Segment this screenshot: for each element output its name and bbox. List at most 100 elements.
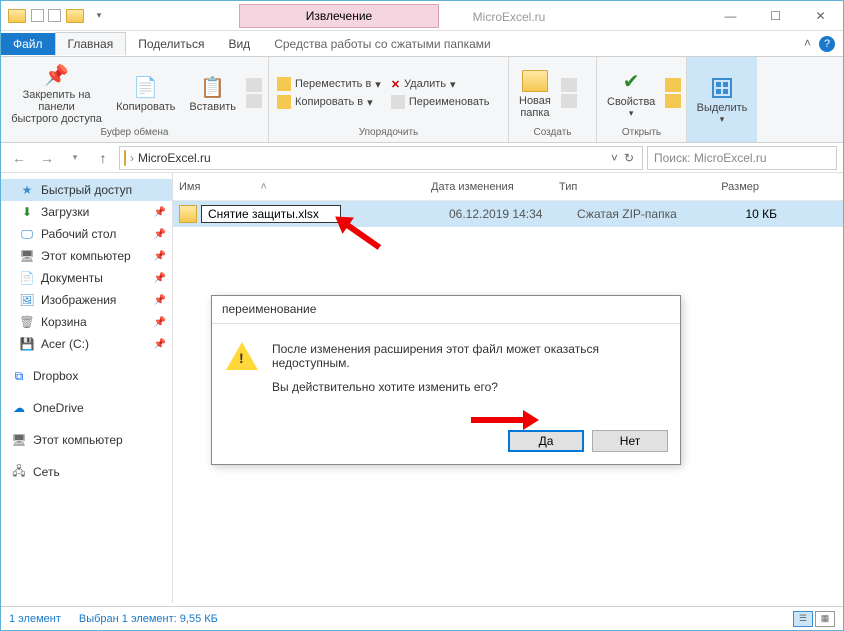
dialog-message-2: Вы действительно хотите изменить его?	[272, 380, 666, 394]
sidebar-quick-access[interactable]: ★Быстрый доступ	[1, 179, 172, 201]
back-button[interactable]: ←	[7, 146, 31, 170]
search-input[interactable]: Поиск: MicroExcel.ru	[647, 146, 837, 170]
history-icon[interactable]	[665, 94, 681, 108]
no-button[interactable]: Нет	[592, 430, 668, 452]
breadcrumb-item[interactable]: MicroExcel.ru	[138, 151, 211, 165]
folder-mini-icon	[124, 151, 126, 165]
sidebar-thispc[interactable]: 🖥Этот компьютер	[1, 429, 172, 451]
desktop-icon: 🖵	[19, 226, 35, 242]
dialog-message-1: После изменения расширения этот файл мож…	[272, 342, 666, 370]
column-size[interactable]: Размер	[699, 181, 779, 193]
recent-dropdown-icon[interactable]: ▾	[63, 146, 87, 170]
zip-file-icon	[179, 205, 197, 223]
sidebar-dropbox[interactable]: ⧉Dropbox	[1, 365, 172, 387]
select-icon	[708, 74, 736, 102]
pin-icon: 📌	[154, 273, 166, 284]
pin-icon: 📌	[154, 229, 166, 240]
new-item-icon[interactable]	[561, 78, 577, 92]
group-clipboard-label: Буфер обмена	[7, 127, 262, 140]
easy-access-icon[interactable]	[561, 94, 577, 108]
sidebar-pictures[interactable]: 🖼Изображения📌	[1, 289, 172, 311]
sidebar-desktop[interactable]: 🖵Рабочий стол📌	[1, 223, 172, 245]
pictures-icon: 🖼	[19, 292, 35, 308]
properties-button[interactable]: ✔ Свойства ▾	[603, 66, 659, 121]
paste-button[interactable]: 📋 Вставить	[185, 71, 240, 115]
minimize-button[interactable]: —	[708, 1, 753, 31]
open-icon[interactable]	[665, 78, 681, 92]
folder-open-icon[interactable]	[65, 6, 85, 26]
copy-icon: 📄	[132, 73, 160, 101]
refresh-icon[interactable]: ↻	[624, 151, 634, 165]
tab-share[interactable]: Поделиться	[126, 33, 216, 55]
network-icon: 🖧	[11, 464, 27, 480]
tab-home[interactable]: Главная	[55, 32, 127, 55]
new-folder-icon	[521, 67, 549, 95]
paste-shortcut-icon[interactable]	[246, 94, 262, 108]
copy-button[interactable]: 📄 Копировать	[112, 71, 179, 115]
up-button[interactable]: ↑	[91, 146, 115, 170]
file-size: 10 КБ	[717, 207, 797, 221]
titlebar: ▾ Извлечение MicroExcel.ru — ☐ ✕	[1, 1, 843, 31]
status-selection: Выбран 1 элемент: 9,55 КБ	[79, 613, 218, 625]
window-title: MicroExcel.ru	[439, 4, 579, 28]
onedrive-icon: ☁	[11, 400, 27, 416]
rename-input[interactable]: Снятие защиты.xlsx	[201, 205, 341, 223]
navigation-pane: ★Быстрый доступ ⬇Загрузки📌 🖵Рабочий стол…	[1, 173, 173, 603]
file-type: Сжатая ZIP-папка	[577, 207, 717, 221]
paste-icon: 📋	[199, 73, 227, 101]
column-headers: Имя˄ Дата изменения Тип Размер	[173, 173, 843, 201]
tab-file[interactable]: Файл	[1, 33, 55, 55]
quick-access-toolbar: ▾	[1, 6, 109, 26]
group-open-label: Открыть	[603, 127, 680, 140]
dropbox-icon: ⧉	[11, 368, 27, 384]
address-bar: ← → ▾ ↑ › MicroExcel.ru ˅ ↻ Поиск: Micro…	[1, 143, 843, 173]
qat-checkbox-icon[interactable]	[31, 9, 44, 22]
sidebar-onedrive[interactable]: ☁OneDrive	[1, 397, 172, 419]
qat-dropdown-icon[interactable]: ▾	[89, 6, 109, 26]
move-to-button[interactable]: Переместить в▾	[275, 76, 383, 92]
delete-button[interactable]: ✕Удалить▾	[389, 77, 492, 92]
copy-to-button[interactable]: Копировать в▾	[275, 94, 383, 110]
new-folder-button[interactable]: Новая папка	[515, 65, 555, 121]
select-button[interactable]: Выделить ▾	[693, 72, 752, 127]
help-icon[interactable]: ?	[819, 36, 835, 52]
breadcrumb[interactable]: › MicroExcel.ru ˅ ↻	[119, 146, 643, 170]
pc-icon: 🖥	[11, 432, 27, 448]
file-date: 06.12.2019 14:34	[449, 207, 577, 221]
icons-view-icon[interactable]: ▦	[815, 611, 835, 627]
sidebar-network[interactable]: 🖧Сеть	[1, 461, 172, 483]
tab-view[interactable]: Вид	[216, 33, 262, 55]
pin-icon: 📌	[154, 339, 166, 350]
properties-icon: ✔	[617, 68, 645, 96]
close-button[interactable]: ✕	[798, 1, 843, 31]
forward-button[interactable]: →	[35, 146, 59, 170]
sidebar-drive-c[interactable]: 💾Acer (C:)📌	[1, 333, 172, 355]
sort-asc-icon: ˄	[260, 181, 266, 193]
details-view-icon[interactable]: ☰	[793, 611, 813, 627]
document-icon: 📄	[19, 270, 35, 286]
pin-to-quick-access-button[interactable]: 📌 Закрепить на панели быстрого доступа	[7, 59, 106, 127]
column-date[interactable]: Дата изменения	[431, 181, 559, 193]
column-type[interactable]: Тип	[559, 181, 699, 193]
copy-path-icon[interactable]	[246, 78, 262, 92]
sidebar-downloads[interactable]: ⬇Загрузки📌	[1, 201, 172, 223]
address-dropdown-icon[interactable]: ˅	[611, 151, 618, 165]
warning-icon: !	[226, 342, 258, 370]
sidebar-recycle[interactable]: 🗑Корзина📌	[1, 311, 172, 333]
delete-icon: ✕	[391, 78, 400, 91]
folder-icon	[7, 6, 27, 26]
rename-button[interactable]: Переименовать	[389, 94, 492, 110]
qat-checkbox2-icon[interactable]	[48, 9, 61, 22]
ribbon-expand-icon[interactable]: ˄	[804, 36, 811, 52]
chevron-right-icon[interactable]: ›	[130, 151, 134, 165]
sidebar-documents[interactable]: 📄Документы📌	[1, 267, 172, 289]
column-name[interactable]: Имя˄	[179, 181, 431, 193]
pc-icon: 🖥	[19, 248, 35, 264]
tab-compressed-tools[interactable]: Средства работы со сжатыми папками	[262, 33, 503, 55]
pin-icon: 📌	[43, 61, 71, 89]
maximize-button[interactable]: ☐	[753, 1, 798, 31]
yes-button[interactable]: Да	[508, 430, 584, 452]
file-row[interactable]: Снятие защиты.xlsx 06.12.2019 14:34 Сжат…	[173, 201, 843, 227]
drive-icon: 💾	[19, 336, 35, 352]
sidebar-thispc-pinned[interactable]: 🖥Этот компьютер📌	[1, 245, 172, 267]
